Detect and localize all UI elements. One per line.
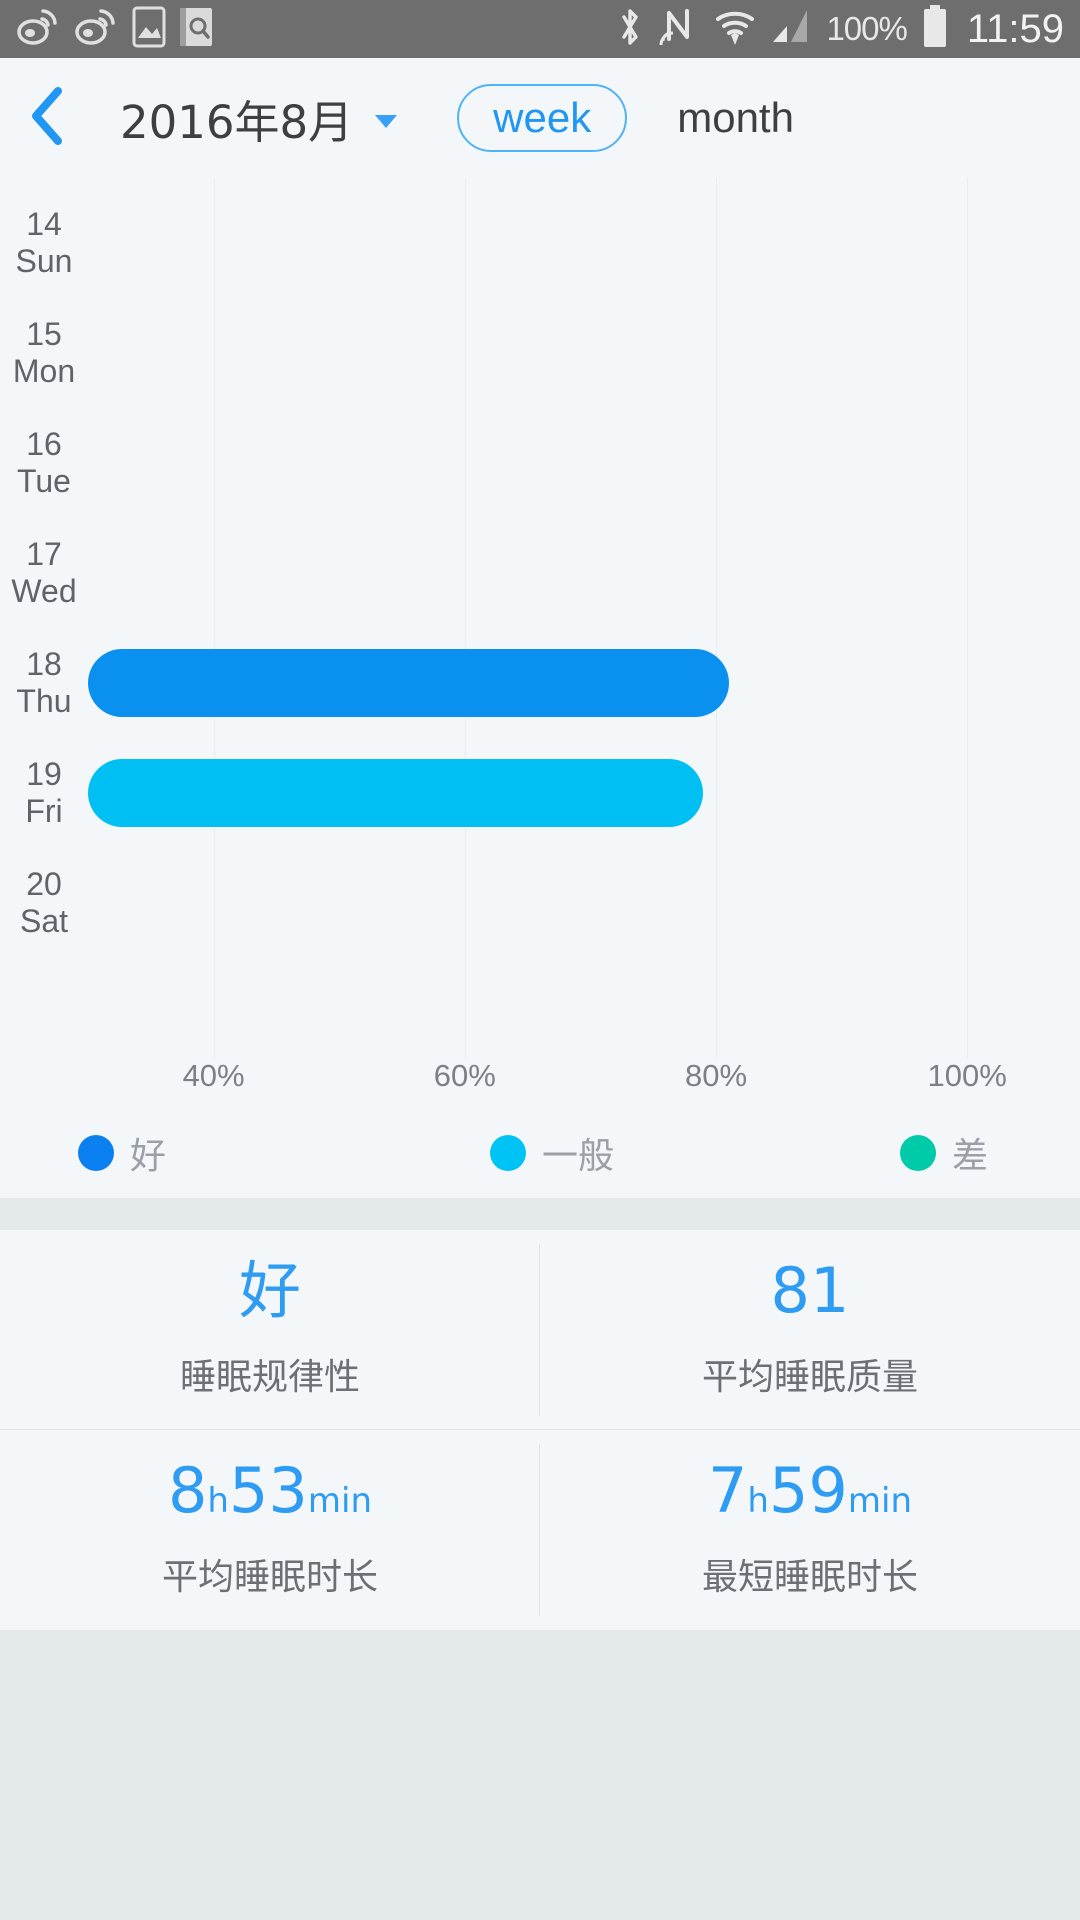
chart-y-label-dayname: Thu: [16, 683, 72, 719]
section-divider: [0, 1198, 1080, 1230]
stat-value-secondary: 59: [768, 1454, 848, 1527]
tab-week[interactable]: week: [457, 84, 628, 152]
weibo-icon: [16, 7, 60, 52]
chevron-left-icon: [26, 85, 70, 152]
status-bar: 100% 11:59: [0, 0, 1080, 58]
app-header: 2016年8月 week month: [0, 58, 1080, 178]
legend-item[interactable]: 差: [900, 1127, 988, 1179]
chart-x-tick: 100%: [927, 1058, 1007, 1093]
chart-x-tick: 40%: [182, 1058, 245, 1093]
chart-plot-area: 14 Sun 15 Mon 16 Tue 17 Wed 18 Thu 19 Fri 20 Sat: [0, 178, 1080, 1058]
chart-row[interactable]: 14 Sun: [0, 188, 1080, 298]
stat-card[interactable]: 81 平均睡眠质量: [540, 1230, 1080, 1430]
page-title: 2016年8月: [120, 95, 354, 149]
legend-color-dot: [490, 1135, 526, 1171]
page-bottom-fill: [0, 1630, 1080, 1790]
legend-color-dot: [78, 1135, 114, 1171]
chart-y-label-dayname: Sun: [15, 243, 73, 279]
sleep-chart-panel: 14 Sun 15 Mon 16 Tue 17 Wed 18 Thu 19 Fri 20 Sat 40% 6…: [0, 178, 1080, 1198]
chart-y-label-daynum: 19: [26, 755, 62, 792]
chart-y-label: 14 Sun: [0, 206, 88, 280]
month-selector[interactable]: 2016年8月: [120, 86, 398, 151]
stat-card[interactable]: 8 h 53 min 平均睡眠时长: [0, 1430, 540, 1630]
tab-month[interactable]: month: [677, 94, 794, 142]
stat-value: 7 h 59 min: [708, 1460, 912, 1522]
notebook-search-icon: [180, 6, 214, 53]
nfc-icon: [659, 5, 699, 54]
wifi-icon: [714, 5, 756, 54]
stat-value-unit: min: [307, 1481, 373, 1521]
chart-y-label-dayname: Tue: [17, 463, 71, 499]
chart-row[interactable]: 18 Thu: [0, 628, 1080, 738]
status-bar-right-icons: 100% 11:59: [616, 4, 1064, 54]
chart-bar[interactable]: [88, 649, 729, 717]
chart-y-label-daynum: 16: [26, 425, 62, 462]
summary-stats-grid: 好睡眠规律性 81 平均睡眠质量 8 h 53 min 平均睡眠时长 7 h 59 min 最短睡眠时长: [0, 1230, 1080, 1630]
weibo-icon: [74, 7, 118, 52]
legend-color-dot: [900, 1135, 936, 1171]
signal-icon: [771, 8, 811, 51]
chart-row[interactable]: 15 Mon: [0, 298, 1080, 408]
chart-y-label: 18 Thu: [0, 646, 88, 720]
chart-y-label-daynum: 15: [26, 315, 62, 352]
legend-item[interactable]: 一般: [490, 1127, 614, 1179]
stat-card[interactable]: 7 h 59 min 最短睡眠时长: [540, 1430, 1080, 1630]
chart-y-label: 17 Wed: [0, 536, 88, 610]
status-bar-clock: 11:59: [966, 6, 1064, 51]
chart-row[interactable]: 19 Fri: [0, 738, 1080, 848]
chart-y-label-daynum: 17: [26, 535, 62, 572]
stat-label: 睡眠规律性: [179, 1357, 360, 1398]
chart-y-label-daynum: 14: [26, 205, 62, 242]
chart-y-label: 15 Mon: [0, 316, 88, 390]
chart-x-tick: 80%: [684, 1058, 748, 1093]
chart-row[interactable]: 17 Wed: [0, 518, 1080, 628]
stat-value-primary: 7: [707, 1454, 748, 1527]
chart-y-label-dayname: Fri: [25, 793, 63, 829]
stat-value: 81: [771, 1260, 850, 1322]
chart-y-label-dayname: Sat: [19, 903, 69, 939]
legend-label: 好: [130, 1136, 167, 1177]
legend-label: 差: [952, 1136, 989, 1177]
stat-value-unit: h: [747, 1481, 769, 1521]
stat-value-primary: 81: [770, 1254, 850, 1327]
legend-label: 一般: [542, 1136, 615, 1177]
chart-y-label: 16 Tue: [0, 426, 88, 500]
battery-full-icon: [922, 4, 948, 54]
stat-value: 8 h 53 min: [168, 1460, 372, 1522]
stat-value-unit: min: [847, 1481, 913, 1521]
stat-value-primary: 好: [238, 1254, 301, 1327]
chart-y-label-daynum: 20: [26, 865, 62, 902]
chart-y-label-daynum: 18: [26, 645, 62, 682]
stat-value-unit: h: [207, 1481, 229, 1521]
back-button[interactable]: [0, 58, 96, 178]
stat-label: 平均睡眠时长: [161, 1557, 378, 1598]
chart-row[interactable]: 16 Tue: [0, 408, 1080, 518]
chart-legend: 好 一般 差: [0, 1108, 1080, 1198]
chart-y-label-dayname: Wed: [11, 573, 77, 609]
chart-y-label: 20 Sat: [0, 866, 88, 940]
chart-y-label: 19 Fri: [0, 756, 88, 830]
chart-x-tick: 60%: [433, 1058, 496, 1093]
stat-value-secondary: 53: [228, 1454, 308, 1527]
chart-row[interactable]: 20 Sat: [0, 848, 1080, 958]
stat-card[interactable]: 好睡眠规律性: [0, 1230, 540, 1430]
stat-value: 好: [239, 1260, 301, 1322]
stat-label: 平均睡眠质量: [701, 1357, 918, 1398]
legend-item[interactable]: 好: [78, 1127, 166, 1179]
screenshot-icon: [132, 6, 166, 53]
stat-value-primary: 8: [167, 1454, 208, 1527]
status-bar-left-icons: [16, 6, 214, 53]
chart-y-label-dayname: Mon: [12, 353, 76, 389]
chart-rows: 14 Sun 15 Mon 16 Tue 17 Wed 18 Thu 19 Fri 20 Sat: [0, 178, 1080, 1058]
chart-bar[interactable]: [88, 759, 704, 827]
stat-label: 最短睡眠时长: [701, 1557, 918, 1598]
battery-percent-label: 100%: [826, 10, 907, 47]
caret-down-icon: [375, 114, 398, 128]
bluetooth-icon: [616, 5, 644, 54]
